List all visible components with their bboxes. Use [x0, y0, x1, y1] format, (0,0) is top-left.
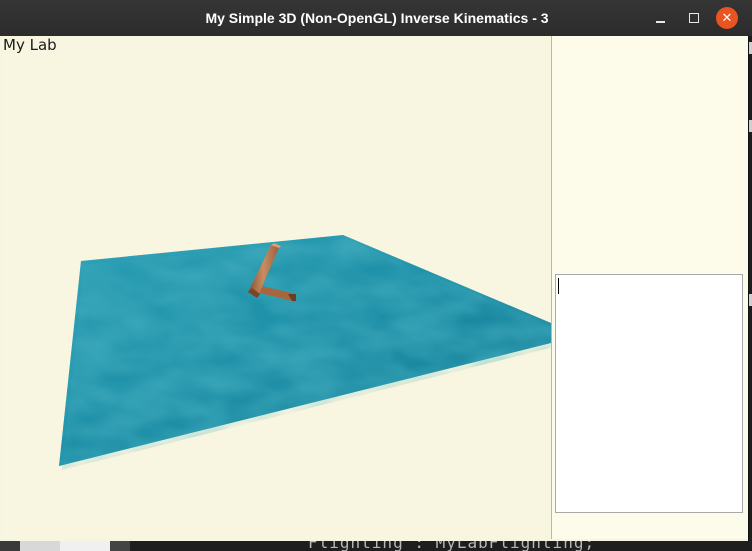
- water-plane: [59, 235, 551, 470]
- minimize-button[interactable]: [650, 7, 672, 29]
- 3d-scene: [59, 235, 551, 470]
- window-title: My Simple 3D (Non-OpenGL) Inverse Kinema…: [205, 10, 549, 26]
- text-caret: [558, 278, 559, 294]
- minimize-icon: [656, 21, 665, 23]
- maximize-icon: [689, 13, 699, 23]
- maximize-button[interactable]: [683, 7, 705, 29]
- title-bar[interactable]: My Simple 3D (Non-OpenGL) Inverse Kinema…: [0, 0, 752, 36]
- app-window: My Simple 3D (Non-OpenGL) Inverse Kinema…: [0, 0, 752, 541]
- 3d-viewport[interactable]: My Lab: [2, 36, 551, 539]
- close-button[interactable]: ✕: [716, 7, 738, 29]
- close-icon: ✕: [721, 11, 733, 26]
- viewport-label: My Lab: [3, 36, 57, 54]
- output-text-area[interactable]: [555, 274, 743, 513]
